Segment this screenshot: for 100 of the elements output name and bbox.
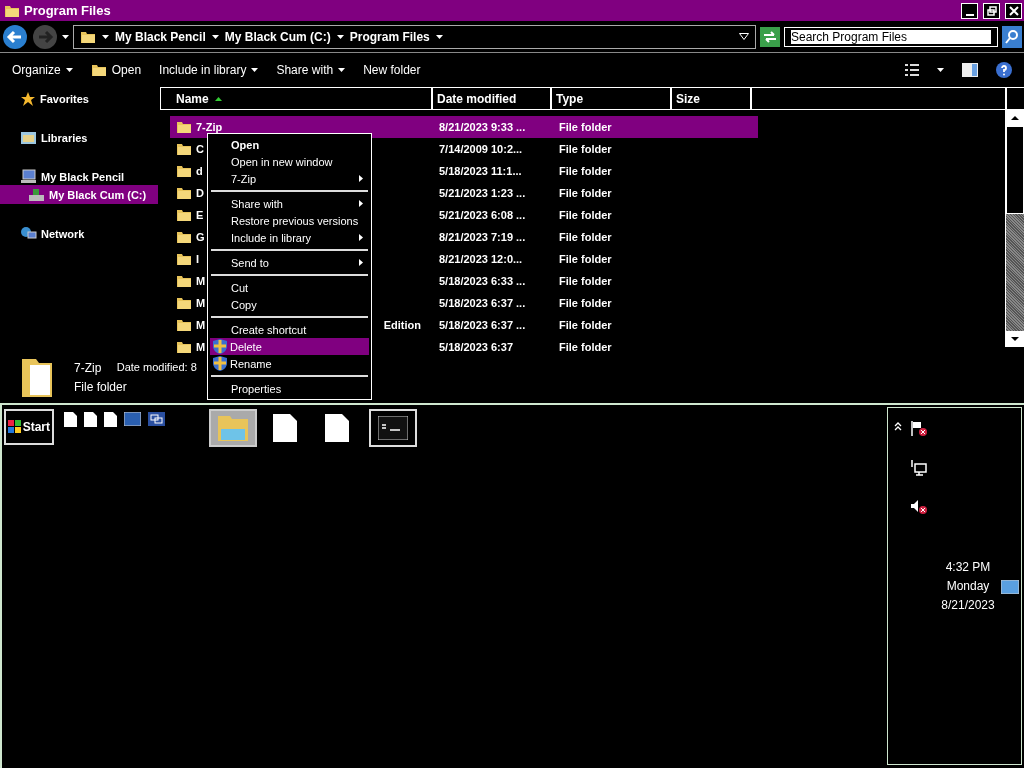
menu-item[interactable]: Properties [210,380,369,397]
start-button[interactable]: Start [4,409,54,445]
table-cell-text: File folder [559,121,613,133]
caret-icon [338,68,346,72]
table-cell-text: File folder [559,297,613,309]
file-name[interactable]: M [196,341,206,353]
column-header[interactable]: Date modified [433,88,552,109]
toolbar-button[interactable]: Include in library [159,63,259,77]
toolbar-button[interactable]: New folder [363,63,421,77]
caret-icon [65,68,73,72]
menu-item[interactable]: Share with [210,195,369,212]
folder-icon [176,317,192,333]
menu-item[interactable]: Send to [210,254,369,271]
caret-icon [211,34,219,39]
sidebar-item[interactable]: Libraries [0,128,140,147]
up-arrow-icon [1011,116,1019,120]
menu-item[interactable]: Delete [210,338,369,355]
file-name[interactable]: d [196,165,203,177]
menu-item[interactable]: Cut [210,279,369,296]
folder-icon [176,185,192,201]
menu-item[interactable]: Copy [210,296,369,313]
shield-icon [213,339,227,354]
file-name[interactable]: D [196,187,204,199]
drive-icon [28,187,45,202]
menu-item[interactable]: Rename [210,355,369,372]
menu-item[interactable]: Restore previous versions [210,212,369,229]
sidebar-item[interactable]: My Black Pencil [0,167,140,186]
refresh-icon[interactable] [760,26,780,47]
table-cell-text: 5/18/2023 6:37 [439,341,514,353]
address-bar[interactable]: My Black Pencil My Black Cum (C:) Program Files [73,24,756,49]
toolbar-button[interactable]: Organize [12,63,73,77]
clock-date: 8/21/2023 [941,598,995,612]
file-name[interactable]: M [196,297,206,309]
scrollbar-thumb[interactable] [1006,126,1024,214]
chevron-up-icon[interactable] [894,422,902,431]
table-cell-text: 8/21/2023 9:33 ... [439,121,527,133]
table-cell-text: File folder [559,209,613,221]
folder-icon [176,163,192,179]
flag-icon[interactable] [910,420,928,437]
restore-icon [986,5,997,16]
computer-icon [20,169,37,184]
back-icon[interactable] [2,23,28,50]
caret-icon [102,34,109,39]
folder-icon [176,273,192,289]
clock-time: 4:32 PM [945,560,991,574]
file-name[interactable]: C [196,143,204,155]
star-icon [20,90,36,107]
network-icon [20,225,37,242]
search-field[interactable]: Search Program Files [784,26,998,47]
speaker-icon[interactable] [910,498,928,515]
minimize-button[interactable] [961,2,978,19]
file-name: Edition [383,319,421,331]
table-cell-text: File folder [559,253,613,265]
dropdown-icon[interactable] [739,33,749,40]
menu-item[interactable]: Open in new window [210,153,369,170]
folder-icon [176,295,192,311]
toolbar-button[interactable]: Share with [276,63,346,77]
folder-icon [176,229,192,245]
scroll-up-button[interactable] [1006,110,1024,126]
breadcrumb[interactable]: Program Files [349,29,430,44]
menu-item[interactable]: 7-Zip [210,170,369,187]
sidebar-item[interactable]: Network [0,224,140,243]
column-header[interactable]: Type [552,88,672,109]
close-button[interactable] [1005,2,1022,19]
breadcrumb[interactable]: My Black Cum (C:) [224,29,331,44]
file-name[interactable]: I [196,253,200,265]
table-cell-text: File folder [559,319,613,331]
item-date: Date modified: 8 [116,361,197,373]
menu-item[interactable]: Open [210,136,369,153]
scroll-down-button[interactable] [1006,331,1024,347]
item-type: File folder [74,379,127,394]
file-name[interactable]: M [196,319,206,331]
restore-button[interactable] [983,2,1000,19]
menu-item[interactable]: Include in library [210,229,369,246]
sort-up-icon [214,96,222,101]
submenu-arrow-icon [359,234,363,241]
help-icon[interactable] [996,62,1012,78]
sidebar-item[interactable]: My Black Cum (C:) [0,185,158,204]
caret-icon [336,34,344,39]
sidebar-item[interactable]: Favorites [0,89,140,108]
view-list-icon[interactable] [905,64,919,76]
toolbar-button[interactable]: Open [90,62,142,78]
table-cell-text: 8/21/2023 12:0... [439,253,524,265]
file-name[interactable]: M [196,275,206,287]
close-icon [1008,5,1019,16]
menu-item[interactable]: Create shortcut [210,321,369,338]
folder-icon [176,207,192,223]
document-icon [273,414,297,442]
file-name[interactable]: E [196,209,204,221]
search-icon[interactable] [1002,25,1022,48]
taskbar-button[interactable] [369,409,417,447]
column-header[interactable]: Name [161,88,433,109]
file-name[interactable]: G [196,231,205,243]
caret-icon [62,34,69,39]
column-header[interactable]: Size [672,88,752,109]
network-icon[interactable] [910,459,928,476]
breadcrumb[interactable]: My Black Pencil [115,29,206,44]
windows-logo-icon [8,420,21,434]
desktop-icon [124,412,141,426]
file-name[interactable]: 7-Zip [196,121,223,133]
